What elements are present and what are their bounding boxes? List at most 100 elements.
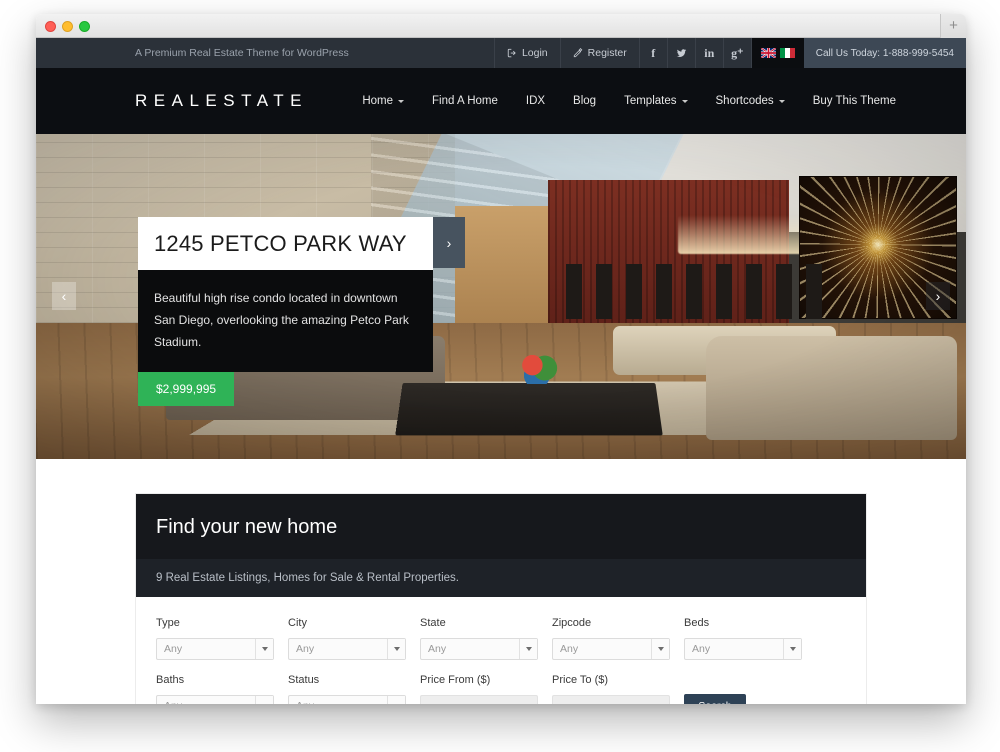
search-heading: Find your new home <box>156 516 338 538</box>
nav-label-find-a-home: Find A Home <box>432 95 498 107</box>
nav-item-idx[interactable]: IDX <box>512 95 559 107</box>
search-header: Find your new home <box>136 494 866 559</box>
field-price-to: Price To ($) <box>552 674 670 704</box>
english-flag-icon[interactable] <box>760 48 776 58</box>
nav-label-home: Home <box>362 95 394 107</box>
register-link[interactable]: Register <box>559 38 639 68</box>
nav-label-buy-this-theme: Buy This Theme <box>812 95 896 107</box>
page-content: Find your new home 9 Real Estate Listing… <box>36 459 966 704</box>
label-type: Type <box>156 617 180 629</box>
chevron-down-icon <box>681 99 688 103</box>
chevron-down-icon[interactable] <box>387 696 405 704</box>
site-topbar: A Premium Real Estate Theme for WordPres… <box>36 38 966 68</box>
nav-item-home[interactable]: Home <box>348 95 418 107</box>
select-beds[interactable]: Any <box>684 638 802 660</box>
hero-detail-next-button[interactable]: › <box>433 217 465 268</box>
value-state: Any <box>428 643 447 655</box>
field-state: State Any <box>420 617 538 660</box>
nav-item-shortcodes[interactable]: Shortcodes <box>702 95 799 107</box>
field-status: Status Any <box>288 674 406 704</box>
property-search-box: Find your new home 9 Real Estate Listing… <box>136 494 866 704</box>
facebook-icon[interactable]: f <box>638 38 667 68</box>
googleplus-icon[interactable]: g⁺ <box>722 38 751 68</box>
select-state[interactable]: Any <box>420 638 538 660</box>
label-status: Status <box>288 674 320 686</box>
italian-flag-icon[interactable] <box>779 48 795 58</box>
chevron-down-icon <box>398 99 405 103</box>
field-type: Type Any <box>156 617 274 660</box>
field-price-from: Price From ($) <box>420 674 538 704</box>
facebook-glyph: f <box>651 45 656 60</box>
new-tab-button[interactable]: + <box>940 14 966 38</box>
label-price-from: Price From ($) <box>420 674 491 686</box>
nav-item-blog[interactable]: Blog <box>559 95 610 107</box>
nav-label-blog: Blog <box>573 95 597 107</box>
nav-label-shortcodes: Shortcodes <box>715 95 774 107</box>
nav-item-find-a-home[interactable]: Find A Home <box>418 95 512 107</box>
select-type[interactable]: Any <box>156 638 274 660</box>
select-zipcode[interactable]: Any <box>552 638 670 660</box>
select-status[interactable]: Any <box>288 695 406 704</box>
slider-prev-button[interactable]: ‹ <box>52 282 76 310</box>
linkedin-icon[interactable]: in <box>694 38 723 68</box>
language-switcher[interactable] <box>750 38 804 68</box>
search-row-2: Baths Any Status Any <box>156 674 846 704</box>
price-from-input[interactable] <box>420 695 538 704</box>
search-subheading: 9 Real Estate Listings, Homes for Sale &… <box>136 559 866 597</box>
chevron-down-icon[interactable] <box>519 639 537 659</box>
site-tagline: A Premium Real Estate Theme for WordPres… <box>135 47 349 59</box>
value-city: Any <box>296 643 315 655</box>
label-city: City <box>288 617 307 629</box>
primary-menu: Home Find A Home IDX Blog Templates Shor… <box>348 95 910 107</box>
select-baths[interactable]: Any <box>156 695 274 704</box>
field-baths: Baths Any <box>156 674 274 704</box>
main-navbar: REALESTATE Home Find A Home IDX Blog Tem… <box>36 68 966 134</box>
zoom-window-button[interactable] <box>79 21 90 32</box>
hero-property-title: 1245 PETCO PARK WAY <box>138 217 433 270</box>
search-row-1: Type Any City Any State Any Zipcode Any … <box>156 617 846 660</box>
search-form: Type Any City Any State Any Zipcode Any … <box>136 597 866 704</box>
login-label: Login <box>521 47 548 59</box>
hero-slider: 1245 PETCO PARK WAY › Beautiful high ris… <box>36 134 966 459</box>
value-type: Any <box>164 643 183 655</box>
value-beds: Any <box>692 643 711 655</box>
register-pencil-icon <box>573 48 582 58</box>
field-city: City Any <box>288 617 406 660</box>
value-status: Any <box>289 700 314 704</box>
googleplus-glyph: g⁺ <box>731 45 744 60</box>
window-controls <box>45 21 90 32</box>
field-submit: Search <box>684 674 802 704</box>
twitter-bird-icon <box>676 48 687 57</box>
minimize-window-button[interactable] <box>62 21 73 32</box>
site-logo[interactable]: REALESTATE <box>135 91 308 111</box>
nav-item-buy-this-theme[interactable]: Buy This Theme <box>799 95 910 107</box>
chevron-down-icon[interactable] <box>255 696 273 704</box>
nav-item-templates[interactable]: Templates <box>610 95 701 107</box>
search-submit-button[interactable]: Search <box>684 694 746 704</box>
price-to-input[interactable] <box>552 695 670 704</box>
chevron-down-icon[interactable] <box>255 639 273 659</box>
chevron-down-icon <box>778 99 785 103</box>
chevron-down-icon[interactable] <box>651 639 669 659</box>
nav-label-templates: Templates <box>624 95 677 107</box>
select-city[interactable]: Any <box>288 638 406 660</box>
chevron-down-icon[interactable] <box>387 639 405 659</box>
page-viewport: A Premium Real Estate Theme for WordPres… <box>36 38 966 704</box>
hero-caption: 1245 PETCO PARK WAY › Beautiful high ris… <box>138 217 465 406</box>
chevron-down-icon[interactable] <box>783 639 801 659</box>
twitter-icon[interactable] <box>666 38 695 68</box>
field-zipcode: Zipcode Any <box>552 617 670 660</box>
slider-next-button[interactable]: › <box>926 282 950 310</box>
label-state: State <box>420 617 446 629</box>
browser-window: + A Premium Real Estate Theme for WordPr… <box>36 14 966 704</box>
call-us-button[interactable]: Call Us Today: 1-888-999-5454 <box>803 38 966 68</box>
linkedin-glyph: in <box>704 45 715 60</box>
login-link[interactable]: Login <box>493 38 560 68</box>
value-zipcode: Any <box>560 643 579 655</box>
value-baths: Any <box>157 700 182 704</box>
label-baths: Baths <box>156 674 185 686</box>
browser-titlebar: + <box>36 14 966 38</box>
hero-property-price: $2,999,995 <box>138 371 235 406</box>
close-window-button[interactable] <box>45 21 56 32</box>
label-zipcode: Zipcode <box>552 617 592 629</box>
